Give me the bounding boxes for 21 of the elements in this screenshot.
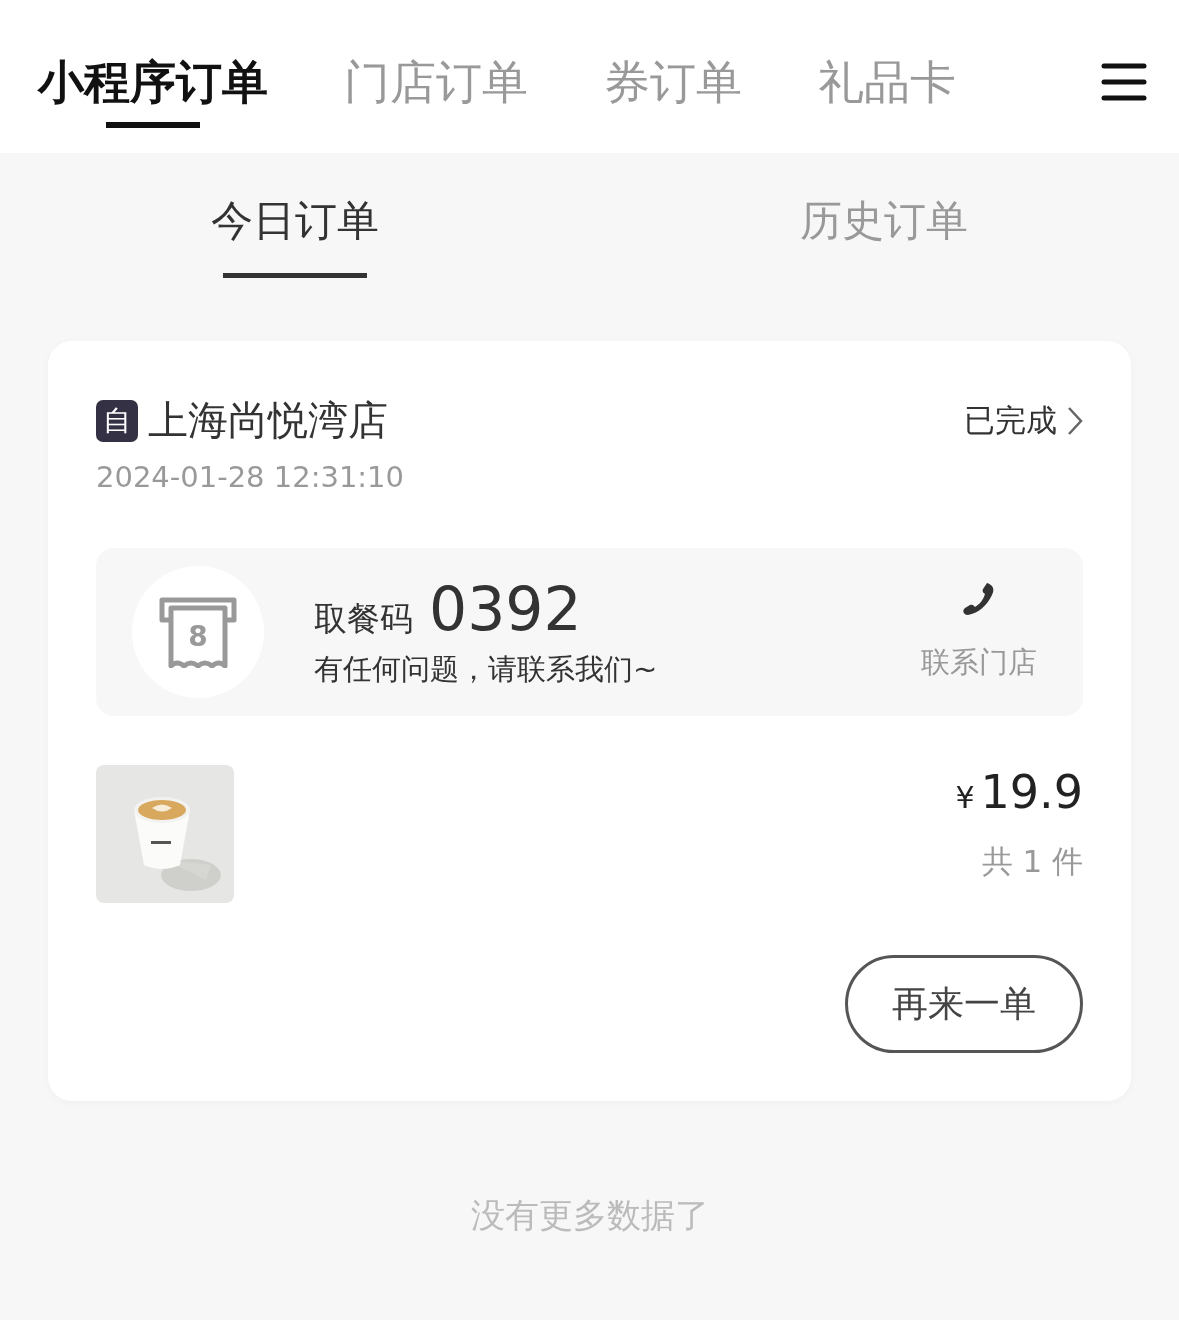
- item-count: 共 1 件: [981, 842, 1083, 881]
- menu-icon[interactable]: [1101, 62, 1147, 102]
- pickup-code-label: 取餐码: [314, 598, 413, 640]
- contact-store-button[interactable]: 联系门店: [921, 581, 1037, 683]
- status-link[interactable]: 已完成: [964, 399, 1083, 442]
- tab[interactable]: 小程序订单: [38, 52, 268, 138]
- price: ¥19.9: [955, 765, 1083, 819]
- reorder-button[interactable]: 再来一单: [845, 955, 1083, 1053]
- tab[interactable]: 礼品卡: [818, 52, 956, 138]
- tab[interactable]: 券订单: [604, 52, 742, 138]
- tab[interactable]: 门店订单: [344, 52, 528, 138]
- phone-icon: [962, 581, 996, 617]
- help-text: 有任何问题，请联系我们~: [314, 651, 659, 688]
- pickup-code: 0392: [429, 574, 582, 644]
- order-time: 2024-01-28 12:31:10: [96, 460, 405, 494]
- pickup-badge: 自: [96, 399, 138, 442]
- tab[interactable]: 历史订单: [589, 153, 1179, 303]
- end-of-list-text: 没有更多数据了: [469, 1194, 710, 1237]
- chevron-right-icon: [1067, 405, 1083, 436]
- store-name: 上海尚悦湾店: [148, 396, 388, 445]
- tab[interactable]: 今日订单: [0, 153, 590, 303]
